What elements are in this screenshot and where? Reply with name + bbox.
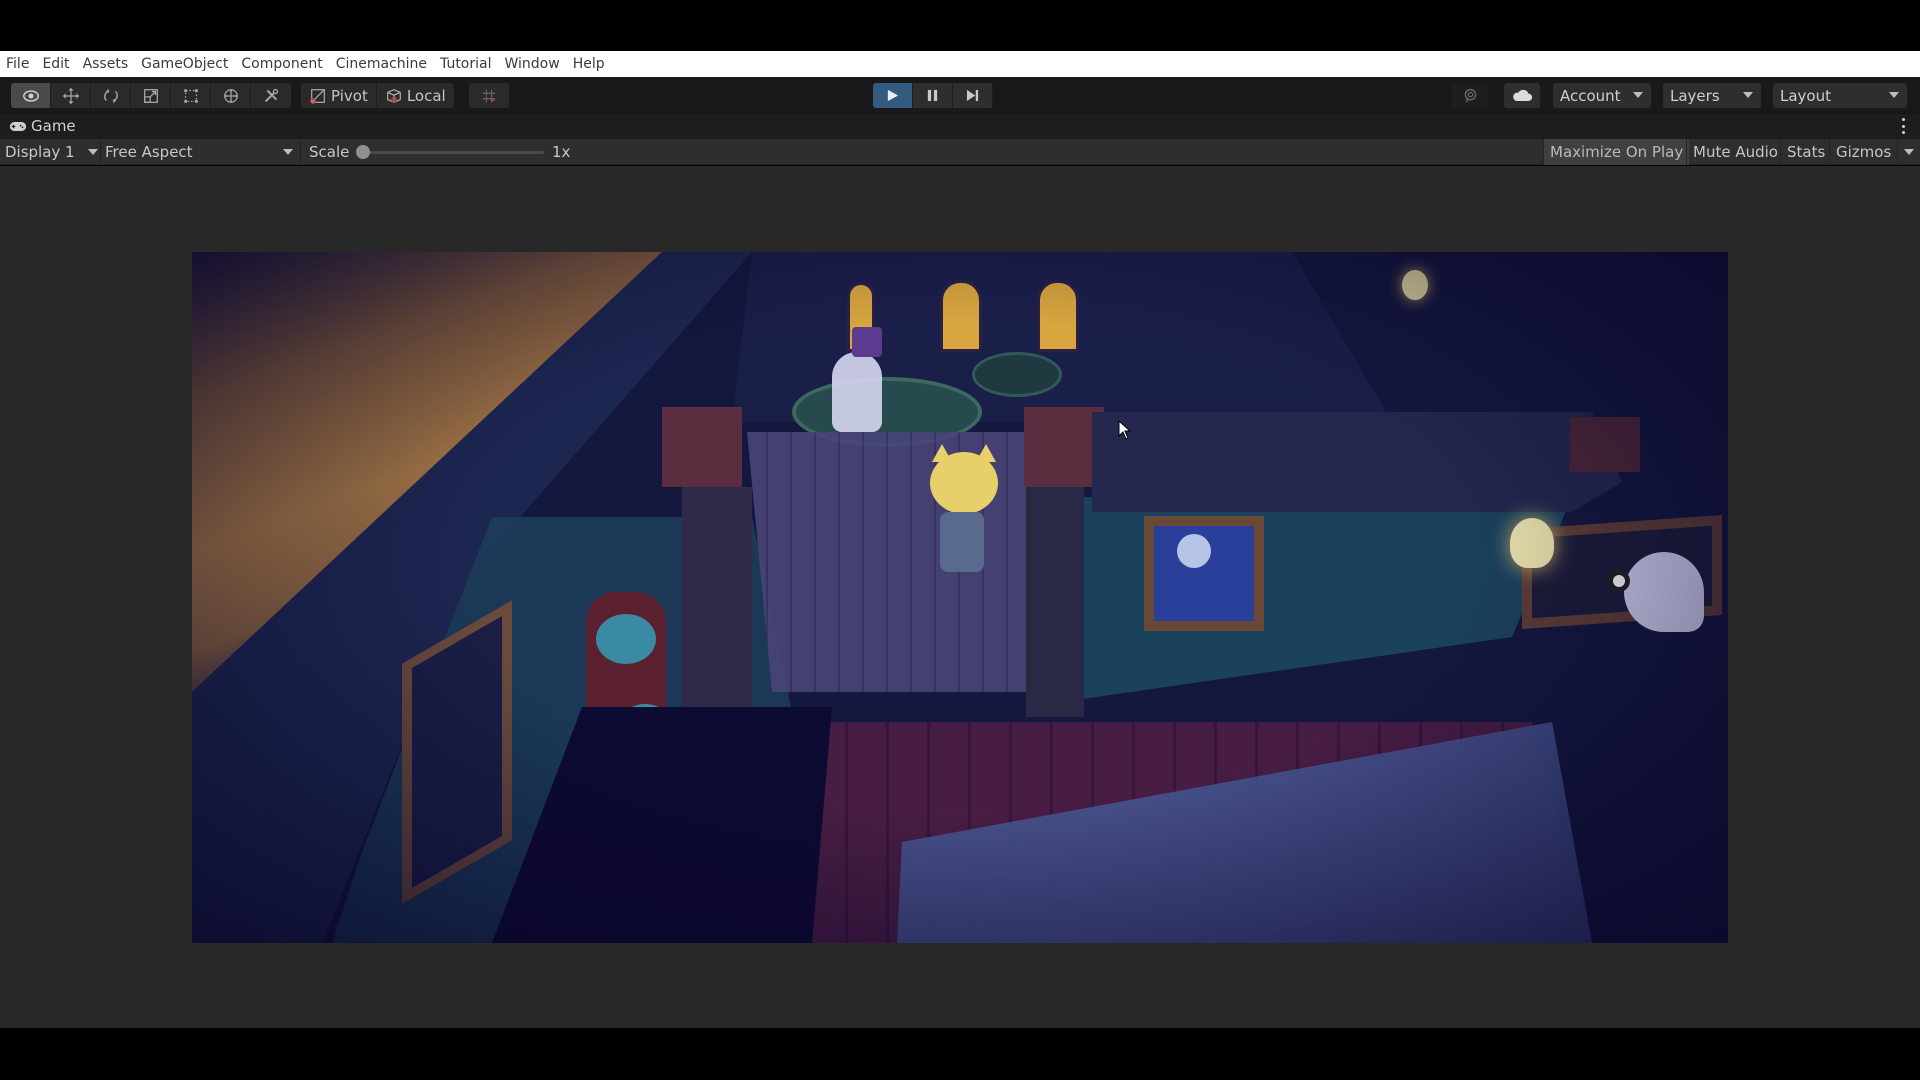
local-toggle[interactable]: Local bbox=[377, 83, 454, 108]
step-button[interactable] bbox=[953, 83, 993, 108]
game-control-bar: Display 1 Free Aspect Scale 1x Maximize … bbox=[0, 139, 1920, 165]
pivot-icon bbox=[310, 88, 325, 104]
chevron-down-icon bbox=[1633, 92, 1643, 98]
kebab-dot bbox=[1902, 124, 1905, 128]
panel-menu-button[interactable] bbox=[1902, 118, 1906, 134]
game-viewport[interactable] bbox=[192, 252, 1728, 943]
screen-bottom-border bbox=[0, 1028, 1920, 1080]
layers-label: Layers bbox=[1670, 86, 1720, 105]
pause-button[interactable] bbox=[913, 83, 953, 108]
tab-game-label: Game bbox=[31, 117, 76, 135]
custom-tool-button[interactable] bbox=[251, 83, 291, 108]
menu-assets[interactable]: Assets bbox=[83, 56, 129, 72]
handle-toggles: Pivot Local bbox=[301, 83, 454, 108]
gamepad-icon bbox=[9, 121, 27, 131]
tools-icon bbox=[264, 88, 279, 102]
scene-vignette bbox=[192, 252, 1728, 943]
scale-label: Scale bbox=[309, 143, 350, 161]
pivot-label: Pivot bbox=[331, 86, 368, 105]
view-tool-button[interactable] bbox=[11, 83, 51, 108]
mouse-cursor-icon bbox=[1118, 420, 1132, 440]
grid-snap-button[interactable] bbox=[469, 83, 509, 108]
transform-icon bbox=[223, 88, 238, 103]
maximize-on-play-toggle[interactable]: Maximize On Play bbox=[1543, 139, 1690, 165]
cloud-button[interactable] bbox=[1504, 83, 1540, 108]
divider bbox=[300, 142, 301, 162]
kebab-dot bbox=[1902, 118, 1905, 121]
rotate-tool-button[interactable] bbox=[91, 83, 131, 108]
move-tool-button[interactable] bbox=[51, 83, 91, 108]
scale-value: 1x bbox=[552, 143, 571, 161]
rect-tool-button[interactable] bbox=[171, 83, 211, 108]
pivot-toggle[interactable]: Pivot bbox=[301, 83, 377, 108]
gizmos-toggle[interactable]: Gizmos bbox=[1829, 139, 1897, 165]
chevron-down-icon bbox=[1743, 92, 1753, 98]
chevron-down-icon bbox=[88, 149, 98, 155]
game-tab-bar: Game bbox=[0, 113, 1920, 139]
chevron-down-icon bbox=[1889, 92, 1899, 98]
grid-snap-group bbox=[469, 83, 509, 108]
scale-slider-thumb[interactable] bbox=[356, 145, 370, 159]
menu-gameobject[interactable]: GameObject bbox=[141, 56, 228, 72]
chevron-down-icon bbox=[1904, 149, 1914, 155]
rect-transform-icon bbox=[183, 88, 198, 103]
layout-dropdown[interactable]: Layout bbox=[1773, 83, 1907, 108]
layers-dropdown[interactable]: Layers bbox=[1663, 83, 1761, 108]
play-icon bbox=[887, 89, 899, 102]
menu-component[interactable]: Component bbox=[241, 56, 322, 72]
menu-window[interactable]: Window bbox=[504, 56, 559, 72]
main-toolbar: Pivot Local Account Layers Layout bbox=[0, 77, 1920, 113]
pause-icon bbox=[927, 89, 938, 102]
play-button[interactable] bbox=[873, 83, 913, 108]
menu-cinemachine[interactable]: Cinemachine bbox=[336, 56, 427, 72]
grid-snap-icon bbox=[482, 89, 496, 102]
step-forward-icon bbox=[966, 89, 979, 102]
aspect-label: Free Aspect bbox=[105, 143, 193, 161]
collab-icon bbox=[1464, 88, 1476, 103]
tab-game[interactable]: Game bbox=[9, 117, 76, 135]
scale-slider-track[interactable] bbox=[362, 151, 544, 154]
stats-toggle[interactable]: Stats bbox=[1780, 139, 1831, 165]
playback-controls bbox=[873, 83, 993, 108]
menu-bar: File Edit Assets GameObject Component Ci… bbox=[0, 51, 1920, 77]
scale-icon bbox=[143, 88, 158, 103]
display-label: Display 1 bbox=[5, 143, 75, 161]
account-dropdown[interactable]: Account bbox=[1553, 83, 1651, 108]
screen-top-border bbox=[0, 0, 1920, 51]
menu-edit[interactable]: Edit bbox=[42, 56, 69, 72]
menu-file[interactable]: File bbox=[6, 56, 29, 72]
collab-button[interactable] bbox=[1452, 83, 1488, 108]
cloud-icon bbox=[1513, 89, 1533, 101]
transform-tool-button[interactable] bbox=[211, 83, 251, 108]
aspect-dropdown[interactable]: Free Aspect bbox=[105, 139, 297, 165]
menu-tutorial[interactable]: Tutorial bbox=[440, 56, 491, 72]
divider bbox=[100, 142, 101, 162]
kebab-dot bbox=[1902, 131, 1905, 134]
layout-label: Layout bbox=[1780, 86, 1831, 105]
move-arrows-icon bbox=[62, 87, 79, 104]
local-label: Local bbox=[406, 86, 446, 105]
account-label: Account bbox=[1560, 86, 1621, 105]
eye-icon bbox=[22, 89, 39, 102]
display-dropdown[interactable]: Display 1 bbox=[5, 139, 98, 165]
menu-help[interactable]: Help bbox=[573, 56, 605, 72]
mute-audio-toggle[interactable]: Mute Audio bbox=[1686, 139, 1784, 165]
local-cube-icon bbox=[386, 88, 401, 103]
transform-tools bbox=[11, 83, 291, 108]
chevron-down-icon bbox=[283, 149, 293, 155]
gizmos-dropdown[interactable] bbox=[1897, 139, 1920, 165]
scale-tool-button[interactable] bbox=[131, 83, 171, 108]
rotate-icon bbox=[103, 88, 118, 103]
